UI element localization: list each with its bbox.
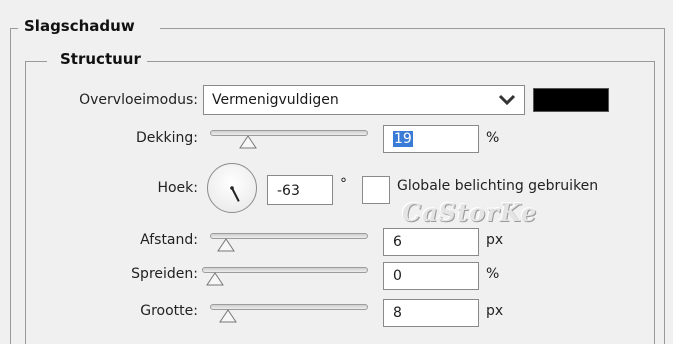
size-input[interactable]: 8	[383, 299, 479, 327]
opacity-slider-track[interactable]	[210, 130, 368, 136]
size-label: Grootte:	[140, 303, 198, 319]
slider-thumb-icon[interactable]	[219, 309, 238, 323]
outer-group-border-top-right	[160, 28, 665, 29]
outer-group-border-left	[10, 28, 11, 344]
blend-mode-label: Overvloeimodus:	[79, 92, 198, 108]
spread-unit: %	[486, 266, 500, 282]
outer-group-border-right	[664, 28, 665, 344]
outer-group-title: Slagschaduw	[18, 17, 141, 35]
inner-group-title: Structuur	[54, 50, 147, 68]
slider-thumb-icon[interactable]	[239, 135, 258, 149]
angle-label: Hoek:	[157, 180, 198, 196]
inner-group-border-left	[25, 61, 26, 344]
opacity-input[interactable]: 19	[383, 125, 479, 153]
opacity-value: 19	[393, 131, 413, 147]
inner-group-border-right	[654, 61, 655, 344]
inner-group-border-top-left	[25, 61, 47, 62]
global-light-checkbox[interactable]	[362, 176, 390, 204]
inner-group-border-top-right	[142, 61, 654, 62]
opacity-unit: %	[486, 130, 500, 146]
angle-unit: °	[340, 176, 347, 192]
angle-dial[interactable]	[207, 163, 257, 213]
spread-slider-track[interactable]	[202, 267, 368, 273]
angle-dial-icon	[230, 186, 240, 202]
size-unit: px	[486, 303, 504, 319]
angle-input[interactable]: -63	[267, 175, 333, 205]
spread-input[interactable]: 0	[383, 262, 479, 290]
slider-thumb-icon[interactable]	[216, 238, 235, 252]
chevron-down-icon	[498, 94, 516, 106]
slider-thumb-icon[interactable]	[206, 272, 224, 286]
opacity-label: Dekking:	[136, 130, 198, 146]
watermark-text: CaStorKe	[402, 198, 538, 227]
distance-input[interactable]: 6	[383, 228, 479, 256]
distance-label: Afstand:	[140, 232, 198, 248]
blend-mode-dropdown[interactable]: Vermenigvuldigen	[203, 85, 525, 115]
spread-label: Spreiden:	[131, 266, 198, 282]
shadow-color-swatch[interactable]	[533, 88, 609, 112]
global-light-label: Globale belichting gebruiken	[397, 178, 599, 194]
blend-mode-value: Vermenigvuldigen	[212, 92, 339, 108]
distance-unit: px	[486, 232, 504, 248]
